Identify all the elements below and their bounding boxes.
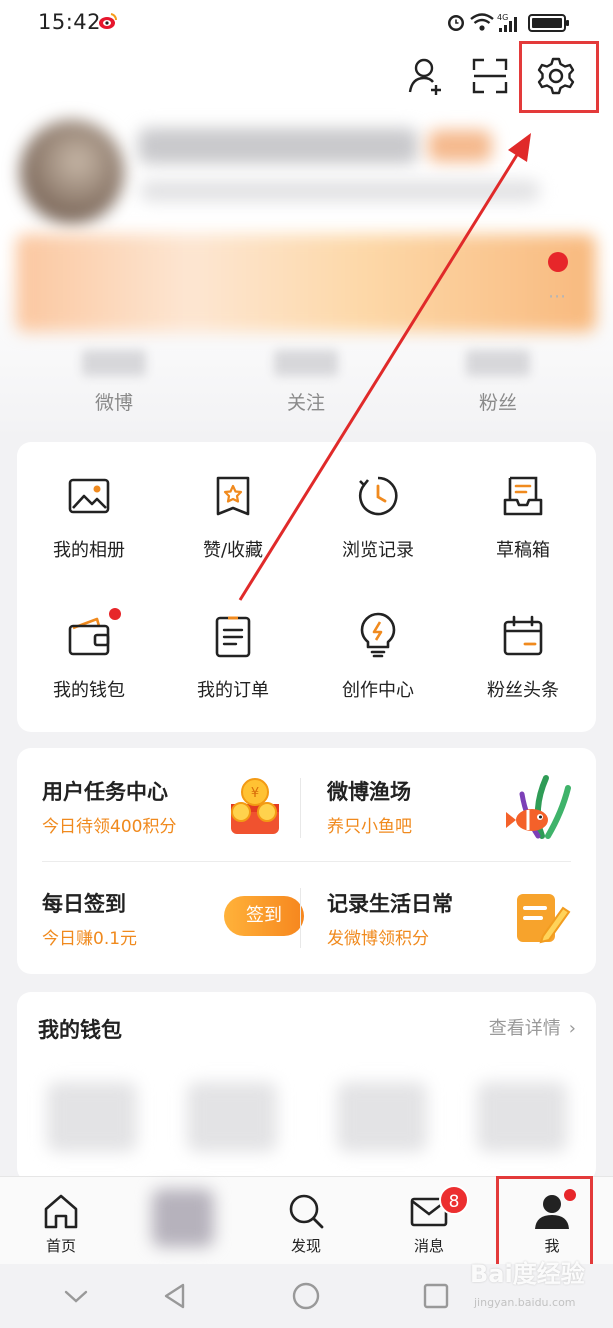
alarm-icon xyxy=(448,15,464,31)
scan-button[interactable] xyxy=(468,54,512,98)
grid-item-album[interactable]: 我的相册 xyxy=(17,442,161,572)
weibo-notification-icon xyxy=(99,13,118,29)
stat-weibo-count xyxy=(82,350,146,376)
svg-text:¥: ¥ xyxy=(251,786,259,801)
wallet-item-blur-1 xyxy=(47,1082,137,1152)
grid-label: 浏览记录 xyxy=(342,540,414,561)
fishing-title: 微博渔场 xyxy=(327,780,411,804)
grid-label: 我的相册 xyxy=(53,540,125,561)
photo-icon xyxy=(68,478,110,514)
nav-post-blur[interactable] xyxy=(152,1189,214,1247)
profile-name-blur xyxy=(138,128,418,164)
stat-fans-label: 粉丝 xyxy=(478,392,517,414)
task-divider-v2 xyxy=(300,888,301,948)
grid-item-favorites[interactable]: 赞/收藏 xyxy=(161,442,305,572)
wallet-item-blur-4 xyxy=(477,1082,567,1152)
battery-icon xyxy=(528,14,569,32)
profile-header: ⋯ xyxy=(0,100,613,340)
task-divider-h xyxy=(42,861,571,862)
task-divider-v1 xyxy=(300,778,301,838)
wallet-view-details[interactable]: 查看详情 › xyxy=(489,1014,576,1040)
creator-icon xyxy=(360,612,396,658)
wallet-card: 我的钱包 查看详情 › xyxy=(17,992,596,1182)
nav-discover[interactable]: 发现 xyxy=(256,1177,356,1265)
chevron-right-icon: › xyxy=(568,1018,576,1039)
nav-home-label: 首页 xyxy=(45,1237,76,1255)
chevron-down-icon[interactable] xyxy=(58,1278,94,1314)
task-center-subtitle: 今日待领400积分 xyxy=(42,817,177,837)
wallet-item-blur-3 xyxy=(337,1082,427,1152)
recents-icon[interactable] xyxy=(418,1278,454,1314)
nav-messages-label: 消息 xyxy=(413,1237,444,1255)
baidu-watermark: Bai度经验 xyxy=(470,1260,585,1288)
stat-following-count xyxy=(274,350,338,376)
life-record-title: 记录生活日常 xyxy=(327,892,453,916)
grid-item-creator[interactable]: 创作中心 xyxy=(306,582,450,712)
banner-badge-dot xyxy=(548,252,568,272)
wallet-item-blur-2 xyxy=(187,1082,277,1152)
home-button-icon[interactable] xyxy=(288,1278,324,1314)
stat-fans-count xyxy=(466,350,530,376)
add-friend-button[interactable] xyxy=(404,54,448,98)
notepad-pencil-icon xyxy=(517,894,571,944)
checkin-button[interactable]: 签到 xyxy=(224,896,304,936)
profile-stats: 微博 关注 粉丝 xyxy=(0,350,613,430)
status-time: 15:42 xyxy=(38,10,102,34)
favorite-icon xyxy=(216,476,250,516)
nav-discover-label: 发现 xyxy=(290,1237,321,1255)
wifi-icon xyxy=(470,13,494,31)
order-icon xyxy=(215,616,251,658)
grid-label: 我的钱包 xyxy=(53,680,125,701)
nav-messages[interactable]: 消息 8 xyxy=(379,1177,479,1265)
drafts-icon xyxy=(503,476,543,516)
feature-grid: 我的相册 赞/收藏 浏览记录 草稿箱 我的钱包 我的订单 创作中心 粉丝头条 xyxy=(17,442,596,732)
grid-label: 赞/收藏 xyxy=(202,540,264,561)
task-center-title: 用户任务中心 xyxy=(42,780,168,804)
more-icon[interactable]: ⋯ xyxy=(548,286,568,307)
grid-label: 我的订单 xyxy=(197,680,269,701)
wallet-icon xyxy=(68,617,110,656)
checkin-title: 每日签到 xyxy=(42,892,126,916)
grid-label: 创作中心 xyxy=(342,680,414,701)
coin-gift-icon: ¥ xyxy=(231,778,279,834)
fish-plant-icon xyxy=(506,775,571,839)
fishing-subtitle: 养只小鱼吧 xyxy=(327,817,412,837)
calendar-icon xyxy=(503,615,543,656)
svg-text:4G: 4G xyxy=(497,13,508,22)
grid-label: 粉丝头条 xyxy=(487,680,559,701)
wallet-red-dot xyxy=(109,608,121,620)
search-icon xyxy=(289,1194,324,1229)
stat-fans[interactable]: 粉丝 xyxy=(438,350,558,415)
grid-item-history[interactable]: 浏览记录 xyxy=(306,442,450,572)
status-icons: 4G xyxy=(448,13,569,32)
vip-badge-blur xyxy=(428,130,492,162)
grid-item-wallet[interactable]: 我的钱包 xyxy=(17,582,161,712)
stat-following[interactable]: 关注 xyxy=(246,350,366,415)
messages-badge: 8 xyxy=(439,1185,469,1215)
back-icon[interactable] xyxy=(157,1278,193,1314)
avatar[interactable] xyxy=(20,120,124,224)
checkin-subtitle: 今日赚0.1元 xyxy=(42,929,138,949)
profile-desc-blur xyxy=(140,180,540,202)
grid-item-orders[interactable]: 我的订单 xyxy=(161,582,305,712)
history-icon xyxy=(359,476,398,516)
profile-banner-blur xyxy=(16,234,596,332)
home-icon xyxy=(44,1194,78,1229)
task-card: 用户任务中心 今日待领400积分 ¥ 微博渔场 养只小鱼吧 每日签到 今日赚0.… xyxy=(17,748,596,974)
grid-item-fans-headline[interactable]: 粉丝头条 xyxy=(451,582,595,712)
nav-home[interactable]: 首页 xyxy=(11,1177,111,1265)
wallet-more-label: 查看详情 xyxy=(488,1018,561,1039)
stat-weibo[interactable]: 微博 xyxy=(54,350,174,415)
status-bar: 15:42 4G xyxy=(0,0,613,44)
grid-item-drafts[interactable]: 草稿箱 xyxy=(451,442,595,572)
life-record-subtitle: 发微博领积分 xyxy=(327,929,429,949)
baidu-watermark-url: jingyan.baidu.com xyxy=(474,1296,576,1309)
stat-following-label: 关注 xyxy=(286,392,325,414)
stat-weibo-label: 微博 xyxy=(94,392,133,414)
grid-label: 草稿箱 xyxy=(496,540,550,561)
wallet-title: 我的钱包 xyxy=(38,1018,122,1042)
